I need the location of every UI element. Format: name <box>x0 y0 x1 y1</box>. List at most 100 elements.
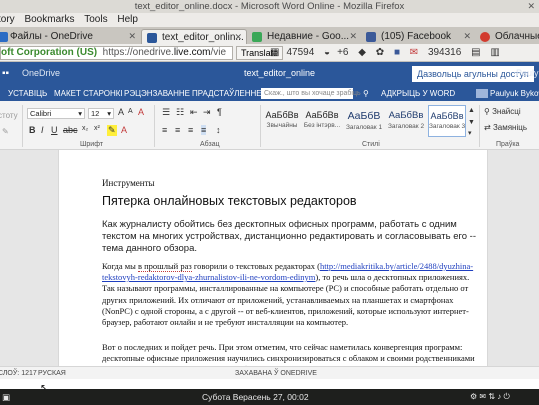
counter-394316: 394316 <box>427 47 462 58</box>
doc-paragraph-1[interactable]: Когда мы в прошлый раз говорили о тексто… <box>102 261 482 328</box>
extension-icon[interactable]: ▥ <box>490 47 499 58</box>
italic-button[interactable]: I <box>41 125 44 135</box>
onedrive-icon <box>0 32 8 42</box>
align-left-button[interactable]: ≡ <box>162 125 167 135</box>
close-icon[interactable]: ✕ <box>234 30 242 44</box>
format-painter-icon[interactable]: ✎ <box>2 127 9 136</box>
chevron-down-icon: ▾ <box>78 109 82 118</box>
menu-history[interactable]: tory <box>0 14 15 25</box>
justify-button[interactable]: ≡ <box>201 125 207 135</box>
subscript-button[interactable]: x₂ <box>82 125 88 132</box>
doc-lead-paragraph[interactable]: Как журналисту обойтись без десктопных о… <box>102 219 482 255</box>
user-name[interactable]: Paulyuk <box>516 68 539 78</box>
shrink-font-icon[interactable]: A <box>128 108 133 115</box>
window-controls[interactable]: ✕ <box>527 0 535 13</box>
tab-review[interactable]: РЭЦЭНЗАВАННЕ <box>124 86 190 101</box>
app-name[interactable]: OneDrive <box>22 68 60 78</box>
group-label-font: Шрифт <box>80 141 104 148</box>
tab-google-recent[interactable]: Недавние - Goo... ✕ <box>247 29 361 44</box>
style-heading-1[interactable]: АаБбВ Загаловак 1 <box>345 105 383 137</box>
document-name[interactable]: text_editor_online <box>244 68 315 78</box>
google-drive-icon <box>252 32 262 42</box>
styles-scroll-up-icon[interactable]: ▲ <box>468 107 475 114</box>
close-icon[interactable]: ✕ <box>349 29 357 44</box>
tab-insert[interactable]: УСТАВІЦЬ <box>8 86 47 101</box>
word-icon <box>147 33 157 43</box>
replace-button[interactable]: ⇄ Замяніць <box>484 123 527 132</box>
extension-icon[interactable]: ◒ <box>324 47 330 58</box>
style-no-spacing[interactable]: АаБбВв Без інтэрв... <box>303 105 341 137</box>
facebook-extension-icon[interactable]: ■ <box>394 47 400 58</box>
document-page[interactable]: Инструменты Пятерка онлайновых текстовых… <box>58 150 488 366</box>
group-label-styles: Стилі <box>362 141 380 148</box>
group-separator <box>154 105 155 147</box>
align-center-button[interactable]: ≡ <box>175 125 180 135</box>
line-spacing-button[interactable]: ↕ <box>216 125 221 135</box>
document-canvas[interactable]: Инструменты Пятерка онлайновых текстовых… <box>0 150 539 366</box>
style-heading-3[interactable]: АаБбВв Загаловак 3 <box>428 105 466 137</box>
styles-scroll-down-icon[interactable]: ▼ <box>468 119 475 126</box>
chat-icon[interactable] <box>476 89 488 98</box>
tab-page-layout[interactable]: МАКЕТ СТАРОНКІ <box>54 86 123 101</box>
clipboard-label[interactable]: стоту <box>0 111 18 120</box>
underline-button[interactable]: U <box>51 125 58 135</box>
strikethrough-button[interactable]: abc <box>63 125 78 135</box>
tab-site-icon <box>480 32 490 42</box>
counter-47594: 47594 <box>286 47 315 58</box>
url-text: https://onedrive.live.com/vie <box>102 47 227 58</box>
open-in-word-button[interactable]: АДКРЫЦЬ У WORD <box>381 86 455 101</box>
window-titlebar: text_editor_online.docx - Microsoft Word… <box>0 0 539 13</box>
clear-format-icon[interactable]: A <box>138 107 144 117</box>
browser-nav-bar: oft Corporation (US) https://onedrive.li… <box>0 44 539 62</box>
style-normal[interactable]: АаБбВв Звычайны <box>263 105 301 137</box>
extension-icon[interactable]: ◆ <box>358 47 366 58</box>
extension-icon[interactable]: ▦ <box>270 47 279 58</box>
style-heading-2[interactable]: АаБбВв Загаловак 2 <box>387 105 425 137</box>
mail-extension-icon[interactable]: ✉ <box>410 47 418 58</box>
group-label-editing: Праўка <box>496 141 520 148</box>
menu-help[interactable]: Help <box>117 14 138 25</box>
clock[interactable]: Субота Верасень 27, 00:02 <box>202 389 309 405</box>
apps-menu-icon[interactable]: ▣ <box>2 389 10 405</box>
tab-word-document[interactable]: text_editor_onlin... ✕ <box>141 29 247 44</box>
site-identity[interactable]: oft Corporation (US) <box>1 47 97 58</box>
superscript-button[interactable]: x² <box>94 125 100 132</box>
styles-more-icon[interactable]: ▾ <box>468 129 472 137</box>
tab-facebook[interactable]: (105) Facebook ✕ <box>361 29 475 44</box>
ribbon-tabs: УСТАВІЦЬ МАКЕТ СТАРОНКІ РЭЦЭНЗАВАННЕ ПРА… <box>0 86 539 101</box>
system-taskbar: ▣ Субота Верасень 27, 00:02 ⚙ ✉ ⇅ ♪ ⏻ <box>0 389 539 405</box>
font-size-combo[interactable]: 12 ▾ <box>88 108 114 119</box>
increase-indent-button[interactable]: ⇥ <box>203 107 211 118</box>
menu-tools[interactable]: Tools <box>84 14 107 25</box>
bullets-button[interactable]: ☰ <box>162 107 170 118</box>
doc-paragraph-2[interactable]: Вот о последних и пойдет речь. При этом … <box>102 342 482 366</box>
group-label-paragraph: Абзац <box>200 141 220 148</box>
align-right-button[interactable]: ≡ <box>188 125 193 135</box>
doc-category[interactable]: Инструменты <box>102 178 155 188</box>
app-launcher-icon[interactable]: ▪▪ <box>2 68 9 79</box>
doc-title[interactable]: Пятерка онлайновых текстовых редакторов <box>102 194 357 208</box>
extension-icon[interactable]: ▤ <box>471 47 480 58</box>
browser-tab-bar: Файлы - OneDrive ✕ text_editor_onlin... … <box>0 27 539 44</box>
address-bar[interactable]: oft Corporation (US) https://onedrive.li… <box>0 46 233 60</box>
font-name-combo[interactable]: Calibri ▾ <box>27 108 85 119</box>
bold-button[interactable]: B <box>29 125 36 135</box>
system-tray-icons[interactable]: ⚙ ✉ ⇅ ♪ ⏻ <box>470 389 510 405</box>
close-icon[interactable]: ✕ <box>128 29 136 44</box>
lightbulb-icon[interactable]: ⚲ <box>363 86 369 101</box>
coauthor-notice: Paulyuk Bykowski таксама рэд <box>490 89 539 98</box>
decrease-indent-button[interactable]: ⇤ <box>190 107 198 118</box>
numbering-button[interactable]: ☷ <box>176 107 184 118</box>
rtl-button[interactable]: ¶ <box>217 107 222 117</box>
menu-bookmarks[interactable]: Bookmarks <box>24 14 74 25</box>
close-icon[interactable]: ✕ <box>463 29 471 44</box>
tell-me-search[interactable]: Скаж., што вы хочаце зрабіць <box>261 88 361 99</box>
find-button[interactable]: ⚲ Знайсці <box>484 107 521 116</box>
extension-icon[interactable]: ✿ <box>376 47 384 58</box>
font-color-button[interactable]: A <box>121 125 127 135</box>
tab-onedrive-files[interactable]: Файлы - OneDrive ✕ <box>0 29 140 44</box>
highlight-button[interactable]: ✎ <box>107 125 117 136</box>
grow-font-icon[interactable]: A <box>118 107 124 117</box>
tab-cloud[interactable]: Облачные т <box>475 29 539 44</box>
tab-view[interactable]: ПРАДСТАЎЛЕННЕ <box>192 86 262 101</box>
